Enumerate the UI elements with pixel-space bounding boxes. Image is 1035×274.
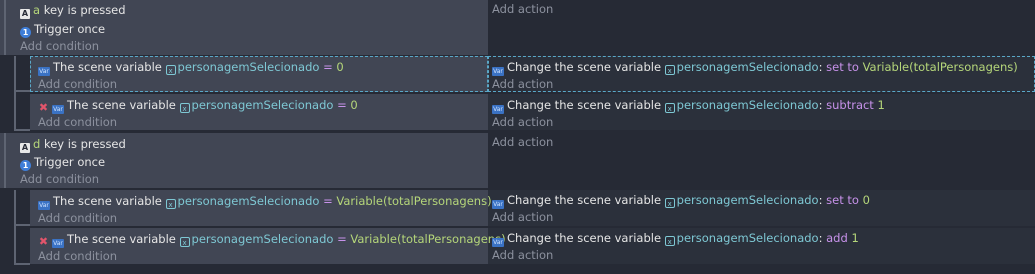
add-action-link[interactable]: Add action bbox=[492, 114, 553, 130]
event-2-conditions[interactable]: Ad key is pressed 1 Trigger once Add cond… bbox=[0, 133, 488, 188]
condition-key-pressed[interactable]: Ad key is pressed bbox=[20, 136, 126, 153]
scene-variable-icon: Var bbox=[38, 67, 50, 76]
inverted-condition-icon: ✖ bbox=[38, 235, 49, 248]
add-condition-link[interactable]: Add condition bbox=[38, 210, 117, 226]
action-change-variable[interactable]: Var Change the scene variable x personagem… bbox=[492, 230, 859, 247]
condition-trigger-once[interactable]: 1 Trigger once bbox=[20, 21, 105, 38]
trigger-once-icon: 1 bbox=[20, 160, 31, 171]
scene-variable-icon: Var bbox=[492, 67, 504, 76]
add-action-link[interactable]: Add action bbox=[492, 209, 553, 225]
variable-reference-icon: x bbox=[664, 236, 675, 246]
condition-key-pressed[interactable]: Aa key is pressed bbox=[20, 2, 126, 19]
subevent-rail bbox=[14, 190, 16, 265]
variable-reference-icon: x bbox=[165, 199, 176, 209]
subevent-rail bbox=[14, 56, 16, 131]
action-change-variable[interactable]: Var Change the scene variable x personagem… bbox=[492, 97, 885, 114]
scene-variable-icon: Var bbox=[38, 201, 50, 210]
event-rail bbox=[4, 133, 6, 188]
scene-variable-icon: Var bbox=[52, 239, 64, 248]
action-change-variable[interactable]: Var Change the scene variable x personagem… bbox=[492, 59, 1018, 76]
subevent-1-conditions[interactable]: Var The scene variable x personagemSelecio… bbox=[30, 56, 488, 92]
inverted-condition-icon: ✖ bbox=[38, 101, 49, 114]
condition-scene-variable[interactable]: ✖ Var The scene variable x personagemSeleci… bbox=[38, 231, 506, 248]
subevent-rail bbox=[14, 263, 30, 265]
event-1-conditions[interactable]: Aa key is pressed 1 Trigger once Add cond… bbox=[0, 0, 488, 55]
scene-variable-icon: Var bbox=[492, 238, 504, 247]
variable-reference-icon: x bbox=[165, 65, 176, 75]
add-action-link[interactable]: Add action bbox=[492, 76, 553, 92]
subevent-rail bbox=[14, 90, 30, 92]
add-condition-link[interactable]: Add condition bbox=[20, 171, 99, 187]
add-condition-link[interactable]: Add condition bbox=[38, 76, 117, 92]
variable-reference-icon: x bbox=[664, 198, 675, 208]
subevent-4-conditions[interactable]: ✖ Var The scene variable x personagemSeleci… bbox=[30, 228, 506, 264]
subevent-rail bbox=[14, 224, 30, 226]
keyboard-key-icon: A bbox=[20, 9, 30, 19]
variable-reference-icon: x bbox=[179, 103, 190, 113]
subevent-rail bbox=[14, 129, 30, 131]
condition-scene-variable[interactable]: ✖ Var The scene variable x personagemSeleci… bbox=[38, 97, 358, 114]
condition-trigger-once[interactable]: 1 Trigger once bbox=[20, 154, 105, 171]
variable-reference-icon: x bbox=[664, 65, 675, 75]
scene-variable-icon: Var bbox=[492, 200, 504, 209]
variable-reference-icon: x bbox=[664, 103, 675, 113]
condition-scene-variable[interactable]: Var The scene variable x personagemSelecio… bbox=[38, 193, 492, 210]
add-condition-link[interactable]: Add condition bbox=[20, 38, 99, 54]
trigger-once-icon: 1 bbox=[20, 27, 31, 38]
action-change-variable[interactable]: Var Change the scene variable x personagem… bbox=[492, 192, 870, 209]
add-condition-link[interactable]: Add condition bbox=[38, 114, 117, 130]
add-action-link[interactable]: Add action bbox=[492, 247, 553, 263]
event-rail bbox=[4, 0, 6, 55]
subevent-3-conditions[interactable]: Var The scene variable x personagemSelecio… bbox=[30, 190, 492, 226]
add-action-link[interactable]: Add action bbox=[492, 1, 553, 17]
scene-variable-icon: Var bbox=[492, 105, 504, 114]
subevent-2-conditions[interactable]: ✖ Var The scene variable x personagemSeleci… bbox=[30, 94, 488, 130]
add-action-link[interactable]: Add action bbox=[492, 134, 553, 150]
add-condition-link[interactable]: Add condition bbox=[38, 248, 117, 264]
variable-reference-icon: x bbox=[179, 237, 190, 247]
keyboard-key-icon: A bbox=[20, 143, 30, 153]
condition-scene-variable[interactable]: Var The scene variable x personagemSelecio… bbox=[38, 59, 344, 76]
scene-variable-icon: Var bbox=[52, 105, 64, 114]
